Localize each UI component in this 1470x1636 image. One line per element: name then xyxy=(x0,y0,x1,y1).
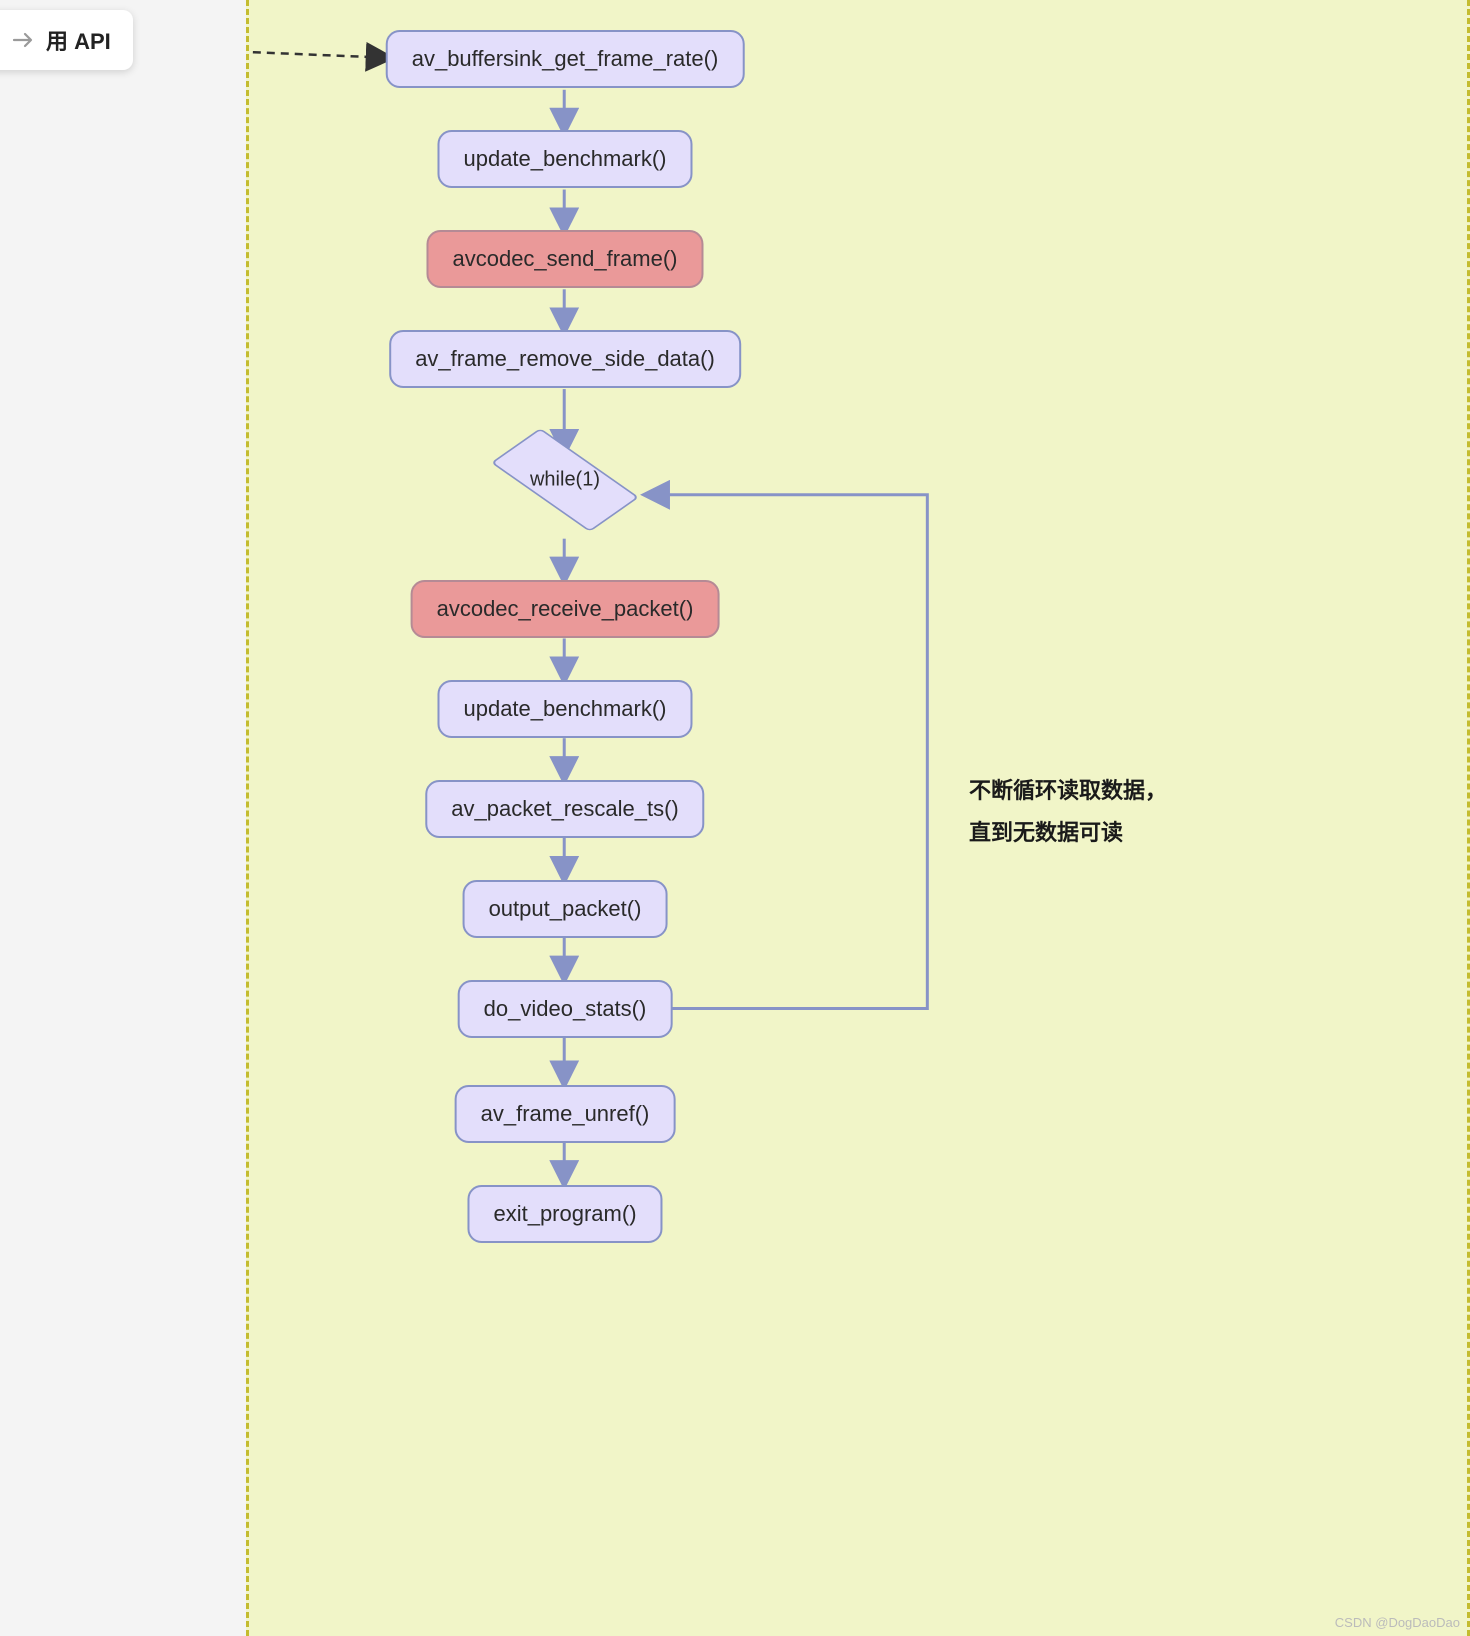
api-card: 用 API xyxy=(0,10,133,70)
api-title: 用 API xyxy=(46,24,111,56)
node-label: avcodec_receive_packet() xyxy=(437,596,694,621)
node-label: output_packet() xyxy=(489,896,642,921)
watermark: CSDN @DogDaoDao xyxy=(1335,1615,1460,1630)
node-exit-program: exit_program() xyxy=(467,1185,662,1243)
node-avcodec-receive-packet: avcodec_receive_packet() xyxy=(411,580,720,638)
node-do-video-stats: do_video_stats() xyxy=(458,980,673,1038)
left-panel: 用 API xyxy=(0,0,246,1636)
node-remove-side-data: av_frame_remove_side_data() xyxy=(389,330,741,388)
node-output-packet: output_packet() xyxy=(463,880,668,938)
node-packet-rescale-ts: av_packet_rescale_ts() xyxy=(425,780,704,838)
node-label: do_video_stats() xyxy=(484,996,647,1021)
node-label: exit_program() xyxy=(493,1201,636,1226)
node-label: update_benchmark() xyxy=(463,146,666,171)
node-frame-unref: av_frame_unref() xyxy=(455,1085,676,1143)
node-label: av_buffersink_get_frame_rate() xyxy=(412,46,719,71)
node-update-benchmark-1: update_benchmark() xyxy=(437,130,692,188)
flowchart-area: av_buffersink_get_frame_rate() update_be… xyxy=(246,0,1470,1636)
node-buffersink-get-frame-rate: av_buffersink_get_frame_rate() xyxy=(386,30,745,88)
node-while-decision: while(1) xyxy=(495,445,635,515)
node-label: while(1) xyxy=(530,469,600,492)
node-avcodec-send-frame: avcodec_send_frame() xyxy=(426,230,703,288)
arrow-right-icon xyxy=(10,27,36,53)
node-label: update_benchmark() xyxy=(463,696,666,721)
node-label: avcodec_send_frame() xyxy=(452,246,677,271)
node-label: av_frame_unref() xyxy=(481,1101,650,1126)
node-update-benchmark-2: update_benchmark() xyxy=(437,680,692,738)
loop-annotation: 不断循环读取数据， 直到无数据可读 xyxy=(969,770,1167,854)
loop-line-2: 直到无数据可读 xyxy=(969,812,1167,854)
loop-line-1: 不断循环读取数据， xyxy=(969,770,1167,812)
node-label: av_frame_remove_side_data() xyxy=(415,346,715,371)
node-label: av_packet_rescale_ts() xyxy=(451,796,678,821)
